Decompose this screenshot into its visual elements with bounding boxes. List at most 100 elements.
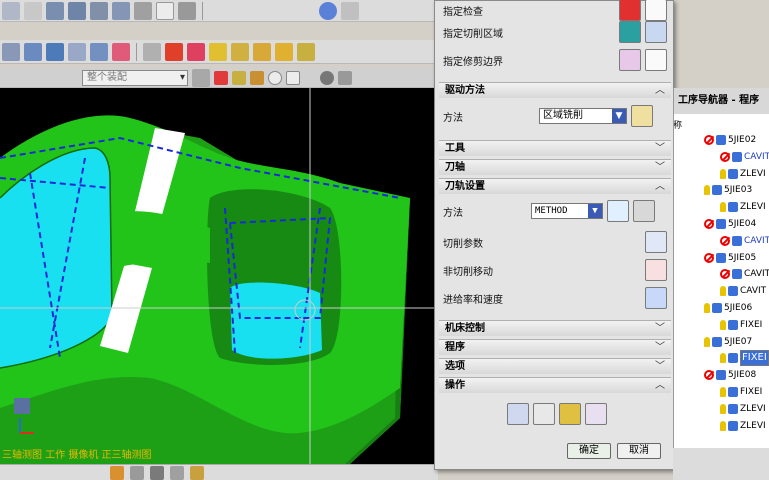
cut-params-button[interactable] [645,231,667,253]
circle-icon[interactable] [268,70,282,85]
navigator-item[interactable]: 5JIE07 [704,334,752,350]
navigator-item[interactable]: FIXEI [720,384,762,400]
wrench-icon[interactable] [633,200,655,222]
display-icon[interactable] [338,70,352,85]
selection-filter[interactable]: 整个装配 [82,69,188,86]
align5-icon[interactable] [297,42,315,61]
operation-icon [716,370,726,381]
render-icon[interactable] [320,70,334,85]
verify-icon[interactable] [559,403,581,425]
method-edit-button[interactable] [607,200,629,222]
path-method-select[interactable]: METHOD ▼ [531,203,603,219]
navigator-item[interactable]: ZLEVI [720,166,766,182]
down-arrow-icon[interactable] [187,42,205,61]
options-title: 选项 [445,361,465,372]
arc-icon[interactable] [156,1,174,20]
operation-icon [728,353,738,364]
navigator-item[interactable]: FIXEI [720,350,769,367]
actions-row [443,403,667,425]
status-ok-icon [704,185,710,196]
replay-icon[interactable] [533,403,555,425]
navigator-item[interactable]: 5JIE04 [704,216,756,232]
navigator-item[interactable]: CAVIT [720,233,769,249]
plane-icon[interactable] [150,465,164,480]
program-header[interactable]: 程序 ﹀ [439,339,671,355]
shade-icon[interactable] [341,1,359,20]
cube-icon[interactable] [90,42,108,61]
graphics-viewport[interactable]: 三轴测图 工作 摄像机 正三轴测图 [0,88,438,464]
flashlight-icon[interactable] [645,21,667,43]
navigator-item[interactable]: CAVIT [720,266,769,282]
navigator-item[interactable]: 5JIE06 [704,300,752,316]
sketch-icon[interactable] [24,1,42,20]
align4-icon[interactable] [275,42,293,61]
machine-control-header[interactable]: 机床控制 ﹀ [439,320,671,336]
plus-icon[interactable] [130,465,144,480]
navigator-item[interactable]: ZLEVI [720,199,766,215]
move-icon[interactable] [68,42,86,61]
up-arrow-icon[interactable] [165,42,183,61]
tool-title: 工具 [445,143,465,154]
navigator-item[interactable]: 5JIE03 [704,182,752,198]
tool-header[interactable]: 工具 ﹀ [439,140,671,156]
line-icon[interactable] [232,70,246,85]
drive-method-header[interactable]: 驱动方法 ︿ [439,82,671,98]
palette-icon[interactable] [110,465,124,480]
non-cut-moves-button[interactable] [645,259,667,281]
navigator-item[interactable]: ZLEVI [720,401,766,417]
align-icon[interactable] [209,42,227,61]
cone-icon[interactable] [90,1,108,20]
navigator-item[interactable]: 5JIE08 [704,367,756,383]
sphere-icon[interactable] [112,1,130,20]
flashlight-icon[interactable] [645,0,667,21]
cut-area-button[interactable] [619,21,641,43]
block-icon[interactable] [46,1,64,20]
measure-icon[interactable] [143,42,161,61]
list-icon[interactable] [585,403,607,425]
navigator-item[interactable]: 5JIE05 [704,250,756,266]
feature-icon[interactable] [2,42,20,61]
align2-icon[interactable] [231,42,249,61]
clip-icon[interactable] [190,465,204,480]
navigator-item-label: 5JIE04 [728,219,757,229]
feeds-speeds-button[interactable] [645,287,667,309]
cylinder-icon[interactable] [68,1,86,20]
specify-check-button[interactable] [619,0,641,21]
dropdown-icon[interactable] [112,42,130,61]
snap-icon[interactable] [192,68,210,87]
tool-axis-header[interactable]: 刀轴 ﹀ [439,159,671,175]
path-settings-header[interactable]: 刀轨设置 ︿ [439,178,671,194]
target-icon[interactable] [286,70,300,85]
navigator-item[interactable]: CAVIT [720,283,766,299]
view-icon[interactable] [319,1,337,20]
curve-icon[interactable] [250,70,264,85]
status-ok-icon [720,286,726,297]
options-header[interactable]: 选项 ﹀ [439,358,671,374]
navigator-item-label: CAVIT [744,269,769,280]
layer-icon[interactable] [2,1,20,20]
ok-button[interactable]: 确定 [567,443,611,459]
cancel-button[interactable]: 取消 [617,443,661,459]
status-error-icon [704,252,714,263]
flashlight-icon[interactable] [645,49,667,71]
trim-icon[interactable] [178,1,196,20]
navigator-item[interactable]: ZLEVI [720,418,766,434]
navigator-item[interactable]: CAVIT [720,149,769,165]
path-method-label: 方法 [443,207,463,219]
generate-icon[interactable] [507,403,529,425]
chevron-down-icon: ﹀ [655,323,665,334]
navigator-item[interactable]: FIXEI [720,317,762,333]
navigator-item-label: FIXEI [740,350,769,367]
stack-icon[interactable] [24,42,42,61]
wrench-icon[interactable] [631,105,653,127]
navigator-item[interactable]: 5JIE02 [704,132,756,148]
trim-boundary-button[interactable] [619,49,641,71]
align3-icon[interactable] [253,42,271,61]
point-icon[interactable] [214,70,228,85]
actions-header[interactable]: 操作 ︿ [439,377,671,393]
layers-icon[interactable] [46,42,64,61]
pattern-icon[interactable] [134,1,152,20]
non-cut-moves-label: 非切削移动 [443,266,493,278]
view-tools-icon[interactable] [170,465,184,480]
drive-method-select[interactable]: 区域铣削 ▼ [539,108,627,124]
